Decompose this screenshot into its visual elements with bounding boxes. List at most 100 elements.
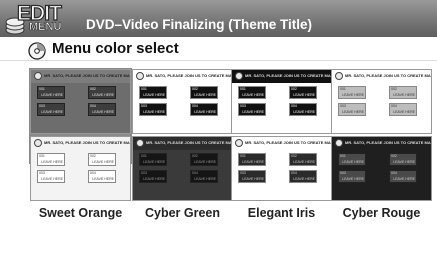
thumb-cell: 003 LEAVE HERE [139,170,167,183]
thumb-cell-number: 003 [39,104,45,108]
thumb-cell-number: 004 [192,171,198,175]
thumb-disc-icon [34,139,42,147]
thumb-cell-label: LEAVE HERE [342,177,364,181]
thumb-cell-label: LEAVE HERE [143,177,165,181]
thumb-disc-icon [34,72,42,80]
thumb-disc-icon [235,139,243,147]
thumb-cell-number: 002 [192,154,198,158]
thumb-cell-label: LEAVE HERE [194,160,216,164]
thumb-cell: 002 LEAVE HERE [389,153,417,166]
thumb-cell-label: LEAVE HERE [41,93,63,97]
thumb-header: MR. SATO, PLEASE JOIN US TO CREATE MANUA… [232,70,331,83]
thumb-cell-label: LEAVE HERE [342,93,364,97]
thumb-cell: 002 LEAVE HERE [289,86,317,99]
thumb-cell: 003 LEAVE HERE [37,103,65,116]
section-title: Menu color select [52,40,179,57]
thumb-cell-number: 004 [90,171,96,175]
thumb-disc-icon [136,72,144,80]
thumb-cell-label: LEAVE HERE [194,93,216,97]
thumb-cell-number: 003 [240,104,246,108]
thumb-cell-label: LEAVE HERE [143,93,165,97]
thumb-cell-label: LEAVE HERE [393,160,415,164]
thumb-header-text: MR. SATO, PLEASE JOIN US TO CREATE MANUA… [345,140,431,145]
thumb-cell: 004 LEAVE HERE [389,103,417,116]
thumb-header-text: MR. SATO, PLEASE JOIN US TO CREATE MANUA… [345,73,431,78]
thumb-cell-number: 002 [90,154,96,158]
thumb-cell-label: LEAVE HERE [194,177,216,181]
thumb-cell-number: 002 [391,154,397,158]
theme-thumb-island-olive[interactable]: MR. SATO, PLEASE JOIN US TO CREATE MANUA… [132,69,233,134]
thumb-cell: 002 LEAVE HERE [389,86,417,99]
thumb-cell-label: LEAVE HERE [242,110,264,114]
thumb-cell: 004 LEAVE HERE [289,170,317,183]
thumb-header-text: MR. SATO, PLEASE JOIN US TO CREATE MANUA… [44,73,130,78]
thumb-cell: 001 LEAVE HERE [338,86,366,99]
thumb-cell-label: LEAVE HERE [293,160,315,164]
thumb-cell: 004 LEAVE HERE [88,103,116,116]
thumb-cell-number: 001 [39,87,45,91]
thumb-cell: 001 LEAVE HERE [139,86,167,99]
thumb-cell-label: LEAVE HERE [293,110,315,114]
thumb-cell: 001 LEAVE HERE [37,86,65,99]
theme-label-elegant-iris[interactable]: Elegant Iris [231,206,332,220]
theme-label-sweet-orange[interactable]: Sweet Orange [30,206,131,220]
thumb-cell-label: LEAVE HERE [342,110,364,114]
thumb-cell-label: LEAVE HERE [242,177,264,181]
thumb-header: MR. SATO, PLEASE JOIN US TO CREATE MANUA… [232,137,331,150]
thumb-cell-number: 002 [90,87,96,91]
thumb-cell-number: 003 [39,171,45,175]
thumb-header-text: MR. SATO, PLEASE JOIN US TO CREATE MANUA… [245,140,331,145]
thumb-cell: 001 LEAVE HERE [238,86,266,99]
thumb-cell: 002 LEAVE HERE [88,86,116,99]
theme-thumb-seaside-blue[interactable]: MR. SATO, PLEASE JOIN US TO CREATE MANUA… [331,69,432,134]
thumb-cell-label: LEAVE HERE [143,110,165,114]
thumb-disc-icon [335,72,343,80]
thumb-cell-number: 003 [141,171,147,175]
thumb-cell-label: LEAVE HERE [92,93,114,97]
thumb-cell-number: 004 [90,104,96,108]
thumb-header-text: MR. SATO, PLEASE JOIN US TO CREATE MANUA… [44,140,130,145]
thumb-cell-label: LEAVE HERE [393,177,415,181]
thumb-cell: 004 LEAVE HERE [190,103,218,116]
thumb-cell: 002 LEAVE HERE [289,153,317,166]
theme-thumb-memorial-sepia[interactable]: MR. SATO, PLEASE JOIN US TO CREATE MANUA… [231,69,332,134]
theme-thumb-sweet-orange[interactable]: MR. SATO, PLEASE JOIN US TO CREATE MANUA… [30,136,131,201]
disc-icon [28,42,46,60]
thumb-cell-number: 004 [192,104,198,108]
theme-label-cyber-rouge[interactable]: Cyber Rouge [331,206,432,220]
thumb-cell: 001 LEAVE HERE [338,153,366,166]
thumb-cell-label: LEAVE HERE [41,110,63,114]
thumb-cell-label: LEAVE HERE [293,93,315,97]
thumb-cell-number: 003 [340,104,346,108]
thumb-cell-number: 004 [391,171,397,175]
thumb-cell-number: 002 [291,154,297,158]
thumb-cell-number: 004 [291,171,297,175]
thumb-cell: 003 LEAVE HERE [238,103,266,116]
thumb-header-text: MR. SATO, PLEASE JOIN US TO CREATE MANUA… [245,73,331,78]
thumb-cell-number: 002 [391,87,397,91]
thumb-cell: 003 LEAVE HERE [37,170,65,183]
thumb-cell: 002 LEAVE HERE [190,86,218,99]
thumb-header: MR. SATO, PLEASE JOIN US TO CREATE MANUA… [133,137,232,150]
thumb-disc-icon [136,139,144,147]
thumb-cell: 004 LEAVE HERE [190,170,218,183]
theme-label-cyber-green[interactable]: Cyber Green [132,206,233,220]
theme-thumb-cyber-rouge[interactable]: MR. SATO, PLEASE JOIN US TO CREATE MANUA… [331,136,432,201]
thumb-cell: 003 LEAVE HERE [139,103,167,116]
thumb-cell-label: LEAVE HERE [342,160,364,164]
thumb-cell-number: 001 [240,87,246,91]
thumb-cell: 003 LEAVE HERE [338,170,366,183]
thumb-header: MR. SATO, PLEASE JOIN US TO CREATE MANUA… [31,137,130,150]
thumb-cell: 004 LEAVE HERE [389,170,417,183]
theme-thumb-elegant-iris[interactable]: MR. SATO, PLEASE JOIN US TO CREATE MANUA… [231,136,332,201]
logo-menu-text: MENU [29,21,62,34]
thumb-cell: 003 LEAVE HERE [338,103,366,116]
thumb-cell-label: LEAVE HERE [393,110,415,114]
thumb-cell: 002 LEAVE HERE [190,153,218,166]
thumb-cell-label: LEAVE HERE [194,110,216,114]
theme-thumb-cyber-green[interactable]: MR. SATO, PLEASE JOIN US TO CREATE MANUA… [132,136,233,201]
thumb-cell-number: 002 [291,87,297,91]
theme-thumb-deep-blue[interactable]: MR. SATO, PLEASE JOIN US TO CREATE MANUA… [30,69,131,134]
thumb-cell-label: LEAVE HERE [242,160,264,164]
thumb-cell: 003 LEAVE HERE [238,170,266,183]
